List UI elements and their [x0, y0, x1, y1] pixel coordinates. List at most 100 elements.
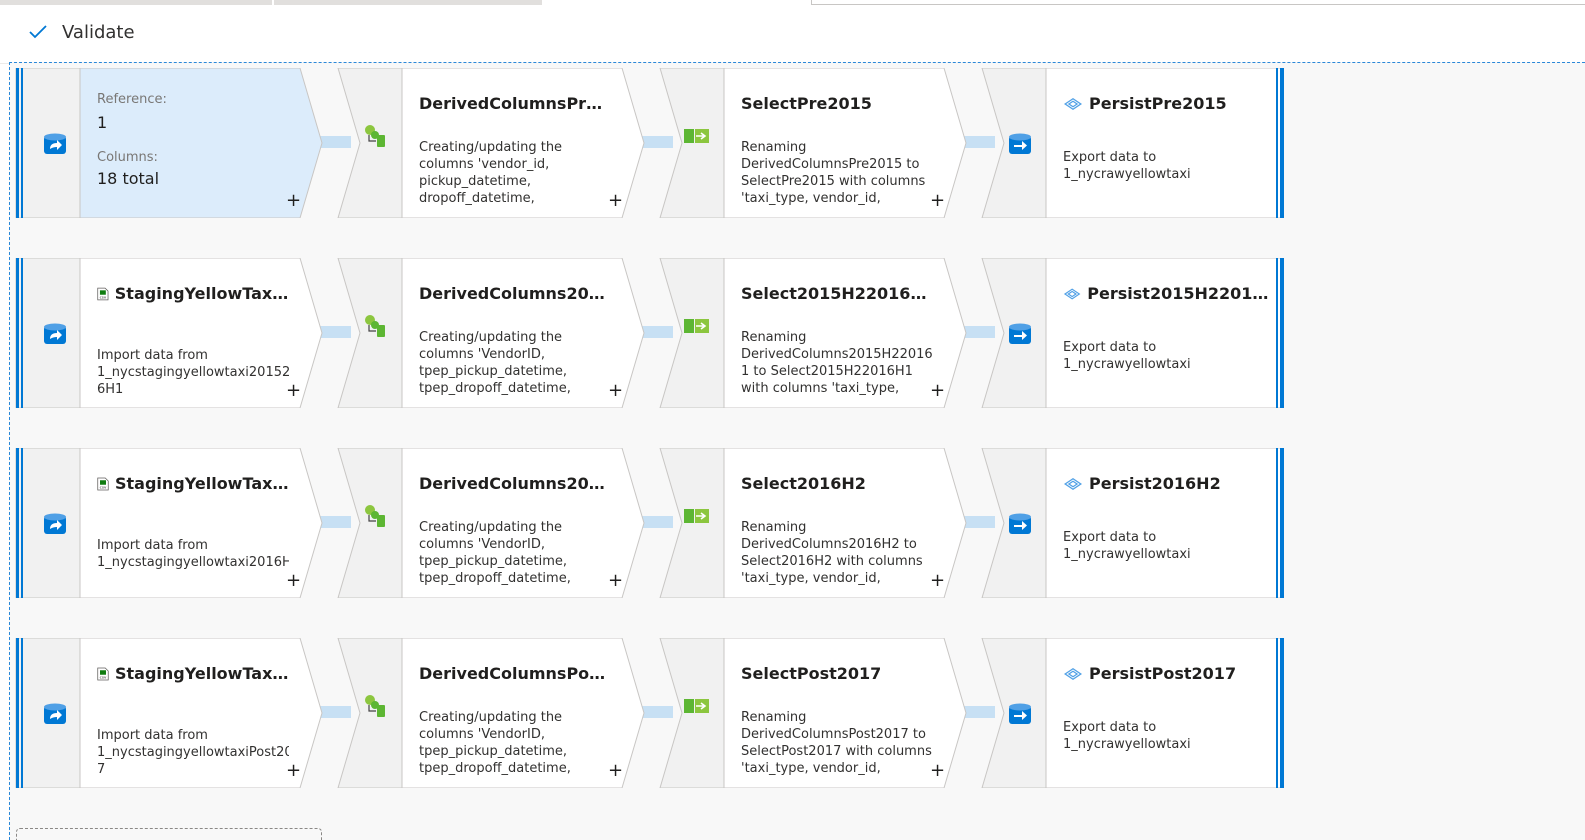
derived-node-content: DerivedColumnsPre2015 Creating/updating t… [419, 68, 611, 216]
select-node-description: Renaming DerivedColumnsPost2017 to Selec… [741, 710, 932, 779]
select-node-content: Select2016H2 Renaming DerivedColumns2016H… [741, 448, 933, 596]
select-node-title-text: SelectPost2017 [741, 664, 882, 683]
source-node-content: CSV StagingYellowTaxiPost2... Import data … [97, 638, 289, 786]
dataflow-stream: Reference: 1 Columns: 18 total + DerivedColum… [10, 68, 1300, 218]
select-icon [684, 319, 709, 333]
source-node-description: Import data from 1_nycstagingyellowtaxi2… [97, 348, 289, 397]
select-node-content: SelectPre2015 Renaming DerivedColumnsPre2… [741, 68, 933, 216]
source-node-title: CSV StagingYellowTaxiPost2... [97, 664, 289, 683]
sink-node-title: Persist2016H2 [1063, 474, 1271, 493]
sink-icon [1009, 323, 1031, 344]
source-node-title-text: StagingYellowTaxiPost2... [114, 664, 289, 683]
derived-node-description: Creating/updating the columns 'vendor_id… [419, 140, 563, 209]
source-node-description: Import data from 1_nycstagingyellowtaxi2… [97, 538, 289, 570]
derived-node-title: DerivedColumnsPost2017 [419, 664, 611, 683]
sink-icon [1009, 133, 1031, 154]
derived-node-title: DerivedColumns2015H2... [419, 284, 611, 303]
dataflow-stream: CSV StagingYellowTaxi2016H2 Import data fr… [10, 448, 1300, 598]
select-icon [684, 509, 709, 523]
add-transformation-button[interactable]: + [930, 192, 945, 210]
columns-label: Columns: [97, 150, 158, 165]
select-node-description: Renaming DerivedColumns2016H2 to Select2… [741, 520, 923, 589]
source-node-content: Reference: 1 Columns: 18 total [97, 68, 289, 216]
source-icon [44, 133, 66, 154]
derived-node-title-text: DerivedColumns2016H2 [419, 474, 611, 493]
source-icon [44, 703, 66, 724]
derived-node-title-text: DerivedColumns2015H2... [419, 284, 611, 303]
sink-node-title-text: PersistPre2015 [1089, 94, 1227, 113]
dataflow-canvas[interactable]: Reference: 1 Columns: 18 total + DerivedColum… [9, 62, 1585, 840]
derived-node-title-text: DerivedColumnsPost2017 [419, 664, 611, 683]
select-node-title-text: Select2015H22016H1 [741, 284, 933, 303]
columns-value: 18 total [97, 169, 160, 188]
csv-file-icon: CSV [97, 287, 109, 300]
source-node-content: CSV StagingYellowTaxi2016H2 Import data fr… [97, 448, 289, 596]
add-transformation-button[interactable]: + [608, 572, 623, 590]
sink-node-description: Export data to 1_nycrawyellowtaxi [1063, 150, 1191, 182]
select-icon [684, 699, 709, 713]
source-icon [44, 513, 66, 534]
sink-node-description: Export data to 1_nycrawyellowtaxi [1063, 530, 1191, 562]
sink-node-description: Export data to 1_nycrawyellowtaxi [1063, 720, 1191, 752]
add-transformation-button[interactable]: + [608, 762, 623, 780]
sink-node-title: PersistPre2015 [1063, 94, 1271, 113]
derived-node-description: Creating/updating the columns 'VendorID,… [419, 710, 571, 779]
derived-node-content: DerivedColumnsPost2017 Creating/updating … [419, 638, 611, 786]
select-node-content: Select2015H22016H1 Renaming DerivedColumn… [741, 258, 933, 406]
sink-node-content: Persist2016H2 Export data to 1_nycrawyell… [1063, 448, 1271, 596]
add-transformation-button[interactable]: + [608, 192, 623, 210]
reference-value: 1 [97, 113, 108, 132]
svg-text:CSV: CSV [100, 485, 107, 489]
sink-node-title: PersistPost2017 [1063, 664, 1271, 683]
derived-node-content: DerivedColumns2015H2... Creating/updating… [419, 258, 611, 406]
derived-node-content: DerivedColumns2016H2 Creating/updating th… [419, 448, 611, 596]
select-node-title-text: Select2016H2 [741, 474, 866, 493]
add-transformation-button[interactable]: + [930, 572, 945, 590]
source-icon [44, 323, 66, 344]
source-node-title: CSV StagingYellowTaxi2016H2 [97, 474, 289, 493]
derived-node-description: Creating/updating the columns 'VendorID,… [419, 330, 571, 399]
select-node-title: SelectPost2017 [741, 664, 933, 683]
add-transformation-button[interactable]: + [286, 762, 301, 780]
source-node-title-text: StagingYellowTaxi2016H2 [115, 474, 289, 493]
sink-node-content: Persist2015H22016H1 Export data to 1_nycr… [1063, 258, 1271, 406]
svg-text:CSV: CSV [100, 675, 107, 679]
select-node-title-text: SelectPre2015 [741, 94, 872, 113]
derived-node-title-text: DerivedColumnsPre2015 [419, 94, 611, 113]
select-icon [684, 129, 709, 143]
sink-node-title: Persist2015H22016H1 [1063, 284, 1271, 303]
add-transformation-button[interactable]: + [286, 382, 301, 400]
add-transformation-button[interactable]: + [286, 192, 301, 210]
dataset-sink-icon [1063, 288, 1081, 299]
add-transformation-button[interactable]: + [608, 382, 623, 400]
svg-text:CSV: CSV [100, 295, 107, 299]
select-node-description: Renaming DerivedColumns2015H22016H 1 to … [741, 330, 933, 399]
csv-file-icon: CSV [97, 667, 109, 680]
sink-node-content: PersistPre2015 Export data to 1_nycrawyel… [1063, 68, 1271, 216]
csv-file-icon: CSV [97, 477, 109, 490]
toolbar: Validate [0, 5, 1585, 64]
sink-node-title-text: Persist2015H22016H1 [1087, 284, 1271, 303]
sink-node-title-text: Persist2016H2 [1089, 474, 1221, 493]
select-node-title: Select2016H2 [741, 474, 933, 493]
derived-node-title: DerivedColumnsPre2015 [419, 94, 611, 113]
source-node-title-text: StagingYellowTaxi20152... [114, 284, 289, 303]
dataset-sink-icon [1064, 97, 1082, 110]
checkmark-icon [29, 25, 47, 39]
select-node-title: SelectPre2015 [741, 94, 933, 113]
validate-button[interactable]: Validate [28, 17, 135, 47]
add-transformation-button[interactable]: + [286, 572, 301, 590]
validate-label: Validate [62, 21, 135, 43]
dataflow-stream: CSV StagingYellowTaxi20152... Import data … [10, 258, 1300, 408]
sink-node-content: PersistPost2017 Export data to 1_nycrawye… [1063, 638, 1271, 786]
dataflow-stream: CSV StagingYellowTaxiPost2... Import data … [10, 638, 1300, 788]
sink-node-title-text: PersistPost2017 [1089, 664, 1237, 683]
dataset-sink-icon [1064, 477, 1082, 490]
add-transformation-button[interactable]: + [930, 762, 945, 780]
dataset-sink-icon [1064, 667, 1082, 680]
source-node-content: CSV StagingYellowTaxi20152... Import data … [97, 258, 289, 406]
sink-node-description: Export data to 1_nycrawyellowtaxi [1063, 340, 1191, 372]
add-transformation-button[interactable]: + [930, 382, 945, 400]
add-source-placeholder[interactable] [16, 828, 322, 840]
derived-node-description: Creating/updating the columns 'VendorID,… [419, 520, 571, 589]
